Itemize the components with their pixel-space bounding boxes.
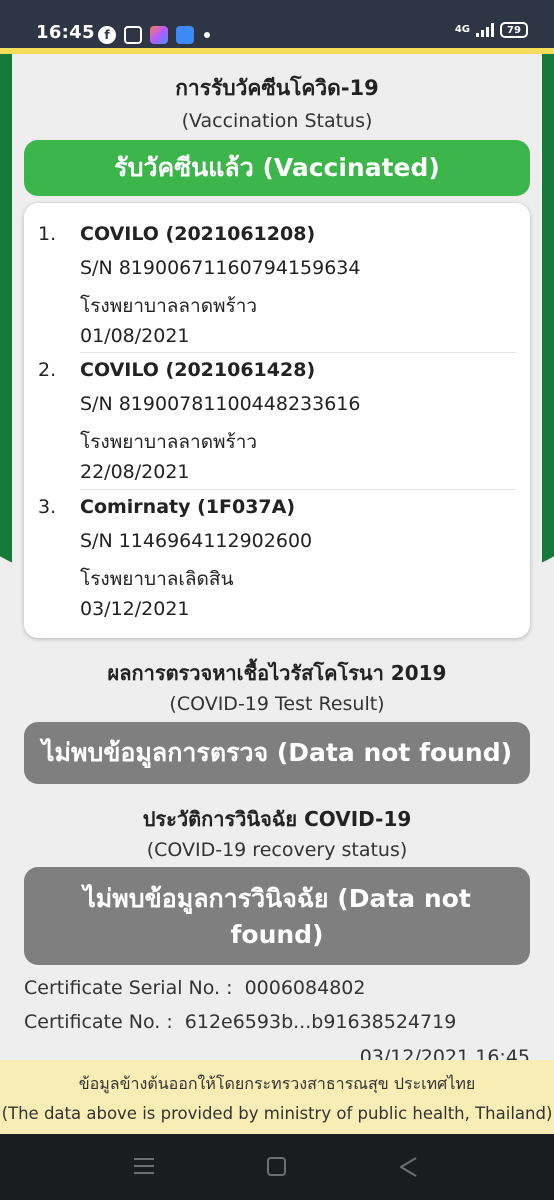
recovery-subtitle: (COVID-19 recovery status) — [146, 839, 408, 861]
dose-number: 3. — [38, 496, 57, 518]
vaccine-name: COVILO (2021061428) — [80, 359, 316, 381]
divider — [80, 352, 516, 353]
vaccination-title: การรับวัคซีนโควิด-19 — [175, 76, 379, 100]
notification-icons: f — [98, 26, 210, 44]
vaccination-subtitle: (Vaccination Status) — [181, 110, 373, 132]
recent-apps-icon[interactable] — [134, 1158, 154, 1174]
vaccine-serial: S/N 1146964112902600 — [80, 530, 313, 552]
status-time: 16:45 — [36, 22, 95, 43]
divider — [80, 489, 516, 490]
footer-text-th: ข้อมูลข้างต้นออกให้โดยกระทรวงสาธารณสุข ป… — [78, 1074, 476, 1093]
certificate-serial: Certificate Serial No. : 0006084802 — [24, 977, 365, 999]
vaccine-serial: S/N 81900671160794159634 — [80, 257, 361, 279]
certificate-number: Certificate No. : 612e6593b...b916385247… — [24, 1011, 456, 1033]
back-icon[interactable] — [398, 1156, 418, 1178]
wallet-icon — [176, 26, 194, 44]
vaccine-name: COVILO (2021061208) — [80, 223, 316, 245]
status-bar: 16:45 f 4G 79 — [0, 0, 554, 48]
recovery-title: ประวัติการวินิจฉัย COVID-19 — [142, 807, 412, 831]
vaccine-name: Comirnaty (1F037A) — [80, 496, 296, 518]
recovery-status-line1: ไม่พบข้อมูลการวินิจฉัย (Data not — [83, 884, 471, 913]
footer-text-en: (The data above is provided by ministry … — [1, 1104, 553, 1123]
dose-number: 2. — [38, 359, 57, 381]
notification-dot — [204, 32, 210, 38]
navigation-bar — [0, 1134, 554, 1200]
vaccine-hospital: โรงพยาบาลเลิดสิน — [80, 568, 234, 590]
test-result-title: ผลการตรวจหาเชื้อไวรัสโคโรนา 2019 — [107, 661, 447, 685]
status-right: 4G 79 — [455, 22, 528, 38]
recovery-status: ไม่พบข้อมูลการวินิจฉัย (Data not found) — [24, 867, 530, 965]
copy-icon — [124, 26, 142, 44]
dose-number: 1. — [38, 223, 57, 245]
vaccine-list-card: 1. COVILO (2021061208) S/N 8190067116079… — [24, 203, 530, 638]
test-result-subtitle: (COVID-19 Test Result) — [169, 693, 385, 715]
facebook-icon: f — [98, 26, 116, 44]
home-icon[interactable] — [267, 1157, 286, 1176]
shortcut-app-icon — [150, 26, 168, 44]
signal-icon — [476, 23, 494, 37]
vaccine-date: 01/08/2021 — [80, 325, 190, 347]
vaccinated-status-badge: รับวัคซีนแล้ว (Vaccinated) — [24, 140, 530, 196]
certificate-serial-value: 0006084802 — [244, 977, 366, 999]
test-result-status: ไม่พบข้อมูลการตรวจ (Data not found) — [24, 722, 530, 784]
certificate-number-label: Certificate No. : — [24, 1011, 173, 1033]
network-type: 4G — [454, 24, 470, 35]
data-source-footer: ข้อมูลข้างต้นออกให้โดยกระทรวงสาธารณสุข ป… — [0, 1060, 554, 1134]
recovery-status-line2: found) — [230, 920, 324, 949]
certificate-serial-label: Certificate Serial No. : — [24, 977, 233, 999]
vaccine-hospital: โรงพยาบาลลาดพร้าว — [80, 295, 258, 317]
vaccine-date: 22/08/2021 — [80, 461, 190, 483]
vaccine-serial: S/N 81900781100448233616 — [80, 393, 361, 415]
battery-icon: 79 — [500, 22, 528, 38]
vaccine-date: 03/12/2021 — [80, 598, 190, 620]
certificate-number-value: 612e6593b...b91638524719 — [184, 1011, 457, 1033]
vaccine-hospital: โรงพยาบาลลาดพร้าว — [80, 431, 258, 453]
